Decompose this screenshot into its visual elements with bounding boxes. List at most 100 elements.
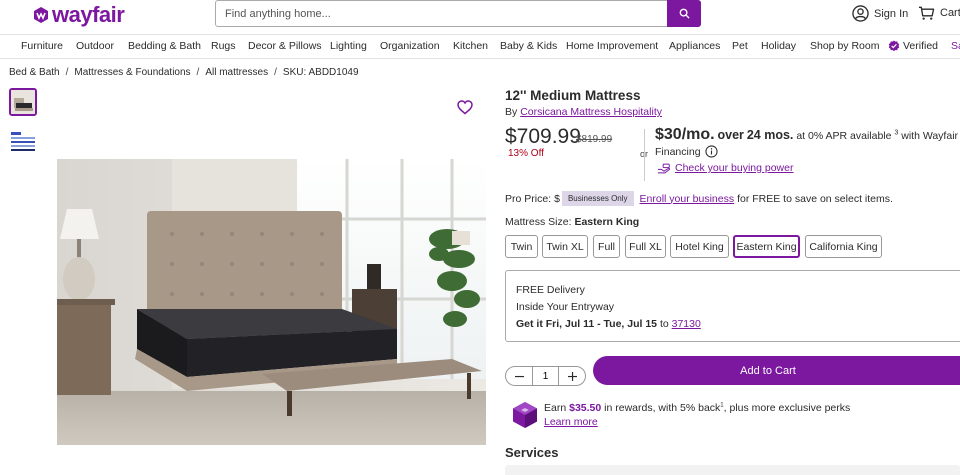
category-nav: Furniture Outdoor Bedding & Bath Rugs De… — [0, 34, 960, 59]
learn-more-link[interactable]: Learn more — [544, 416, 598, 428]
by-label: By — [505, 106, 518, 118]
delivery-dates: Get it Fri, Jul 11 - Tue, Jul 15 — [516, 318, 658, 330]
nav-item-pet[interactable]: Pet — [732, 40, 748, 52]
rewards-icon — [512, 401, 538, 434]
financing-label-row: Financing — [655, 145, 718, 158]
search-button[interactable] — [667, 0, 701, 27]
monthly-months: 24 mos. — [746, 128, 794, 142]
quantity-increase-button[interactable] — [559, 367, 585, 385]
cart-button[interactable]: Cart — [918, 5, 960, 21]
delivery-estimate: Get it Fri, Jul 11 - Tue, Jul 15 to 3713… — [516, 318, 701, 330]
breadcrumb-mattresses-foundations[interactable]: Mattresses & Foundations — [74, 67, 190, 78]
thumbnail-2[interactable] — [9, 126, 37, 154]
heart-icon — [457, 100, 473, 115]
nav-item-decor-pillows[interactable]: Decor & Pillows — [248, 40, 322, 52]
enroll-business-link[interactable]: Enroll your business — [640, 193, 735, 205]
account-icon — [852, 5, 869, 22]
delivery-free: FREE Delivery — [516, 284, 585, 296]
monthly-over: over — [717, 128, 744, 142]
rewards-learn-more: Learn more — [544, 416, 598, 428]
nav-item-shop-by-room[interactable]: Shop by Room — [810, 40, 879, 52]
size-option-twin-xl[interactable]: Twin XL — [542, 235, 588, 258]
pro-price-label: Pro Price: — [505, 192, 552, 205]
was-price: $819.99 — [576, 134, 613, 145]
size-option-twin[interactable]: Twin — [505, 235, 538, 258]
monthly-amount: $30/mo. — [655, 126, 715, 143]
favorite-button[interactable] — [457, 100, 473, 120]
size-option-full-xl[interactable]: Full XL — [625, 235, 666, 258]
nav-item-baby-kids[interactable]: Baby & Kids — [500, 40, 557, 52]
size-selected-value: Eastern King — [574, 216, 640, 228]
logo-text: wayfair — [52, 2, 125, 27]
wayfair-logo-icon — [34, 7, 48, 23]
discount-badge: 13% Off — [508, 148, 544, 159]
thumbnail-bed-image — [11, 90, 35, 114]
size-option-california-king[interactable]: California King — [805, 235, 882, 258]
delivery-zip-link[interactable]: 37130 — [672, 318, 701, 330]
nav-item-organization[interactable]: Organization — [380, 40, 440, 52]
delivery-inside: Inside Your Entryway — [516, 301, 615, 313]
product-byline: By Corsicana Mattress Hospitality — [505, 106, 662, 118]
businesses-only-badge: Businesses Only — [561, 191, 634, 206]
search-input[interactable] — [216, 1, 668, 26]
size-option-eastern-king[interactable]: Eastern King — [733, 235, 800, 258]
mattress-photo — [57, 159, 486, 445]
sign-in-button[interactable]: Sign In — [852, 5, 908, 22]
rewards-text-2: , plus more exclusive perks — [723, 402, 851, 414]
nav-item-furniture[interactable]: Furniture — [21, 40, 63, 52]
size-option-hotel-king[interactable]: Hotel King — [670, 235, 729, 258]
services-panel — [505, 465, 960, 475]
nav-item-lighting[interactable]: Lighting — [330, 40, 367, 52]
nav-item-kitchen[interactable]: Kitchen — [453, 40, 488, 52]
size-option-full[interactable]: Full — [593, 235, 620, 258]
enroll-business-text: for FREE to save on select items. — [737, 192, 893, 205]
wayfair-logo[interactable]: wayfair — [32, 2, 125, 28]
breadcrumb-separator: / — [65, 67, 69, 78]
breadcrumb-bed-bath[interactable]: Bed & Bath — [9, 67, 60, 78]
rewards-earn: Earn — [544, 402, 567, 414]
nav-item-verified[interactable]: Verified — [888, 40, 938, 52]
add-to-cart-button[interactable]: Add to Cart — [593, 356, 960, 385]
financing-label: Financing — [655, 145, 701, 158]
rewards-text-1: in rewards, with 5% back — [604, 402, 721, 414]
breadcrumb-separator: / — [274, 67, 277, 78]
pro-price-value: $ — [554, 192, 560, 205]
nav-item-appliances[interactable]: Appliances — [669, 40, 720, 52]
nav-item-rugs[interactable]: Rugs — [211, 40, 236, 52]
nav-item-outdoor[interactable]: Outdoor — [76, 40, 114, 52]
plus-icon — [567, 371, 577, 381]
breadcrumb-all-mattresses[interactable]: All mattresses — [205, 67, 268, 78]
delivery-to: to — [659, 318, 669, 330]
quantity-decrease-button[interactable] — [506, 367, 532, 385]
nav-item-holiday[interactable]: Holiday — [761, 40, 796, 52]
product-main-image[interactable] — [57, 159, 486, 445]
size-label-text: Mattress Size: — [505, 216, 572, 228]
nav-item-bedding-bath[interactable]: Bedding & Bath — [128, 40, 201, 52]
sign-in-label: Sign In — [874, 7, 909, 20]
thumbnail-1[interactable] — [9, 88, 37, 116]
breadcrumb-separator: / — [196, 67, 200, 78]
hand-card-icon — [657, 163, 671, 173]
site-header: wayfair Sign In Cart — [0, 0, 960, 34]
rewards-text: Earn $35.50 in rewards, with 5% back1, p… — [544, 402, 850, 414]
delivery-box: FREE Delivery Inside Your Entryway Get i… — [505, 270, 960, 342]
minus-icon — [514, 375, 524, 377]
check-buying-power-link[interactable]: Check your buying power — [675, 162, 793, 174]
nav-item-sale[interactable]: Sa — [951, 40, 960, 52]
cart-label: Cart — [940, 7, 960, 19]
check-buying-power[interactable]: Check your buying power — [657, 162, 793, 174]
rewards-amount: $35.50 — [569, 402, 602, 414]
thumbnail-diagram-image — [9, 126, 37, 154]
nav-item-home-improvement[interactable]: Home Improvement — [566, 40, 658, 52]
price-divider — [644, 129, 645, 181]
quantity-input[interactable] — [532, 367, 559, 385]
search-icon — [679, 8, 690, 19]
info-icon[interactable] — [704, 145, 718, 158]
mattress-size-label: Mattress Size: Eastern King — [505, 216, 639, 228]
search-bar — [215, 0, 701, 27]
breadcrumb: Bed & Bath / Mattresses & Foundations / … — [9, 67, 359, 78]
verified-badge-icon — [888, 40, 900, 52]
services-heading: Services — [505, 445, 559, 460]
quantity-stepper — [505, 366, 586, 386]
brand-link[interactable]: Corsicana Mattress Hospitality — [520, 106, 662, 118]
